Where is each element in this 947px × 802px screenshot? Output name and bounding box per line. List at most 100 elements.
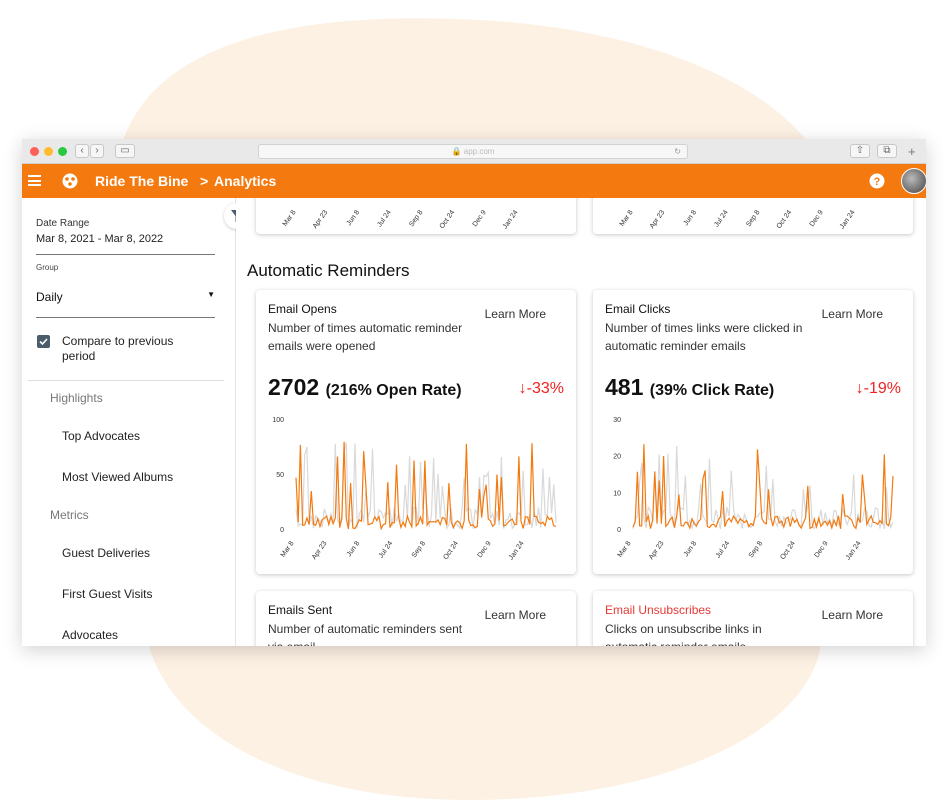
card-description: Number of times automatic reminder email… — [268, 321, 463, 353]
back-button[interactable]: ‹ — [75, 144, 89, 158]
learn-more-button[interactable]: Learn More — [485, 307, 546, 321]
previous-chart-x-tick-label: Sep 8 — [408, 209, 424, 228]
user-avatar[interactable] — [901, 168, 926, 194]
y-tick-label: 50 — [276, 472, 284, 479]
previous-chart-x-axis-left: Mar 8 Apr 23 Jun 8 Jul 24 Sep 8 Oct 24 Dec 9 Ja… — [282, 209, 520, 230]
card-description: Number of times links were clicked in au… — [605, 321, 803, 353]
new-tab-icon[interactable]: + — [908, 144, 916, 159]
previous-chart-x-tick-label: Jun 8 — [346, 209, 362, 227]
metrics-heading: Metrics — [50, 508, 89, 522]
date-range-value[interactable]: Mar 8, 2021 - Mar 8, 2022 — [36, 233, 163, 245]
minimize-window-button[interactable] — [44, 147, 53, 156]
chart-x-tick-label: Jun 8 — [346, 540, 362, 558]
card-description: Clicks on unsubscribe links in automatic… — [605, 622, 762, 646]
metric-rate: (39% Click Rate) — [649, 382, 775, 399]
previous-chart-x-tick-label: Apr 23 — [312, 209, 330, 230]
sidebar-item-most-viewed-albums[interactable]: Most Viewed Albums — [62, 470, 173, 484]
chart-x-tick-label: Oct 24 — [442, 540, 460, 561]
address-bar[interactable]: 🔒 app.com ↻ — [258, 144, 688, 159]
y-tick-label: 20 — [613, 454, 621, 461]
chart-x-tick-label: Jun 8 — [683, 540, 699, 558]
browser-window: ‹ › ▭ 🔒 app.com ↻ ⇧ ⧉ + Ride The Bine > … — [22, 139, 926, 646]
date-range-underline — [36, 254, 215, 255]
date-range-label: Date Range — [36, 218, 90, 229]
chart-x-tick-label: Apr 23 — [648, 540, 666, 561]
card-title: Emails Sent — [268, 603, 333, 617]
dropdown-arrow-icon: ▼ — [207, 290, 215, 299]
highlights-heading: Highlights — [50, 391, 103, 405]
card-title: Email Opens — [268, 302, 337, 316]
sidebar-item-first-guest-visits[interactable]: First Guest Visits — [62, 587, 152, 601]
email-opens-chart: 100 50 0 Mar 8 Apr 23 Jun 8 Jul 24 Sep 8 Oct 24 D… — [272, 417, 557, 561]
help-icon[interactable]: ? — [869, 173, 885, 189]
chart-x-tick-label: Mar 8 — [617, 540, 633, 559]
previous-chart-card-right: Mar 8 Apr 23 Jun 8 Jul 24 Sep 8 Oct 24 Dec 9 Ja… — [593, 198, 913, 234]
group-select[interactable]: Daily ▼ — [36, 288, 215, 318]
compare-label[interactable]: Compare to previous period — [62, 334, 202, 364]
previous-chart-x-tick-label: Mar 8 — [282, 209, 298, 228]
email-clicks-card: Email Clicks Number of times links were … — [593, 290, 913, 574]
card-title: Email Unsubscribes — [605, 603, 712, 617]
chart-x-tick-label: Sep 8 — [411, 540, 427, 559]
y-tick-label: 0 — [617, 527, 621, 534]
metric-value-row: 2702 (216% Open Rate) — [268, 374, 462, 401]
card-description: Number of automatic reminders sent via e… — [268, 622, 463, 646]
page-title: Analytics — [214, 173, 277, 189]
previous-chart-x-tick-label: Jul 24 — [713, 209, 730, 228]
metric-value: 2702 — [268, 374, 320, 400]
forward-button[interactable]: › — [90, 144, 104, 158]
chart-x-tick-label: Oct 24 — [779, 540, 797, 561]
y-tick-label: 30 — [613, 417, 621, 424]
breadcrumb-separator: > — [200, 173, 209, 189]
delta-indicator: ↓-33% — [519, 380, 564, 398]
delta-indicator: ↓-19% — [856, 380, 901, 398]
arrow-down-icon: ↓ — [855, 380, 864, 397]
close-window-button[interactable] — [30, 147, 39, 156]
tabs-button[interactable]: ⧉ — [877, 144, 897, 158]
previous-chart-x-tick-label: Oct 24 — [439, 209, 457, 230]
chart-x-tick-label: Jul 24 — [378, 540, 395, 559]
sidebar-item-top-advocates[interactable]: Top Advocates — [62, 429, 140, 443]
share-button[interactable]: ⇧ — [850, 144, 870, 158]
sidebar-item-advocates[interactable]: Advocates — [62, 628, 118, 642]
compare-checkbox[interactable] — [37, 335, 50, 348]
learn-more-button[interactable]: Learn More — [822, 307, 883, 321]
metric-value: 481 — [605, 374, 644, 400]
previous-chart-x-tick-label: Oct 24 — [776, 209, 794, 230]
y-tick-label: 100 — [272, 417, 284, 424]
chart-x-tick-label: Jan 24 — [508, 540, 526, 561]
brand-logo-icon — [62, 173, 78, 189]
y-tick-label: 0 — [280, 527, 284, 534]
svg-text:?: ? — [874, 176, 881, 188]
previous-chart-x-tick-label: Jan 24 — [502, 209, 520, 230]
reload-icon[interactable]: ↻ — [674, 145, 681, 158]
card-title: Email Clicks — [605, 302, 671, 316]
delta-value: -33% — [526, 380, 564, 397]
emails-sent-card: Emails Sent Number of automatic reminder… — [256, 591, 576, 646]
filter-sidebar: Date Range Mar 8, 2021 - Mar 8, 2022 Gro… — [22, 198, 236, 646]
chart-x-tick-label: Jan 24 — [845, 540, 863, 561]
chart-x-tick-label: Sep 8 — [748, 540, 764, 559]
previous-chart-card-left: Mar 8 Apr 23 Jun 8 Jul 24 Sep 8 Oct 24 Dec 9 Ja… — [256, 198, 576, 234]
chart-x-tick-label: Apr 23 — [311, 540, 329, 561]
brand-name[interactable]: Ride The Bine — [95, 164, 188, 198]
lock-icon: 🔒 — [451, 147, 462, 156]
previous-chart-x-tick-label: Jan 24 — [839, 209, 857, 230]
group-select-value: Daily — [36, 290, 63, 304]
learn-more-button[interactable]: Learn More — [485, 608, 546, 622]
maximize-window-button[interactable] — [58, 147, 67, 156]
browser-toolbar: ‹ › ▭ 🔒 app.com ↻ ⇧ ⧉ + — [22, 139, 926, 164]
previous-chart-x-tick-label: Apr 23 — [649, 209, 667, 230]
chart-x-tick-label: Dec 9 — [814, 540, 830, 559]
sidebar-toggle-button[interactable]: ▭ — [115, 144, 135, 158]
url-text: app.com — [463, 147, 495, 156]
chart-x-tick-label: Jul 24 — [715, 540, 732, 559]
previous-chart-x-tick-label: Mar 8 — [619, 209, 635, 228]
sidebar-item-guest-deliveries[interactable]: Guest Deliveries — [62, 546, 150, 560]
learn-more-button[interactable]: Learn More — [822, 608, 883, 622]
menu-icon[interactable] — [28, 175, 41, 186]
y-tick-label: 10 — [613, 490, 621, 497]
email-clicks-chart: 30 20 10 0 Mar 8 Apr 23 Jun 8 Jul 24 Sep 8 Oct 24… — [613, 417, 894, 561]
previous-chart-x-tick-label: Dec 9 — [472, 209, 488, 228]
chart-x-tick-label: Mar 8 — [280, 540, 296, 559]
